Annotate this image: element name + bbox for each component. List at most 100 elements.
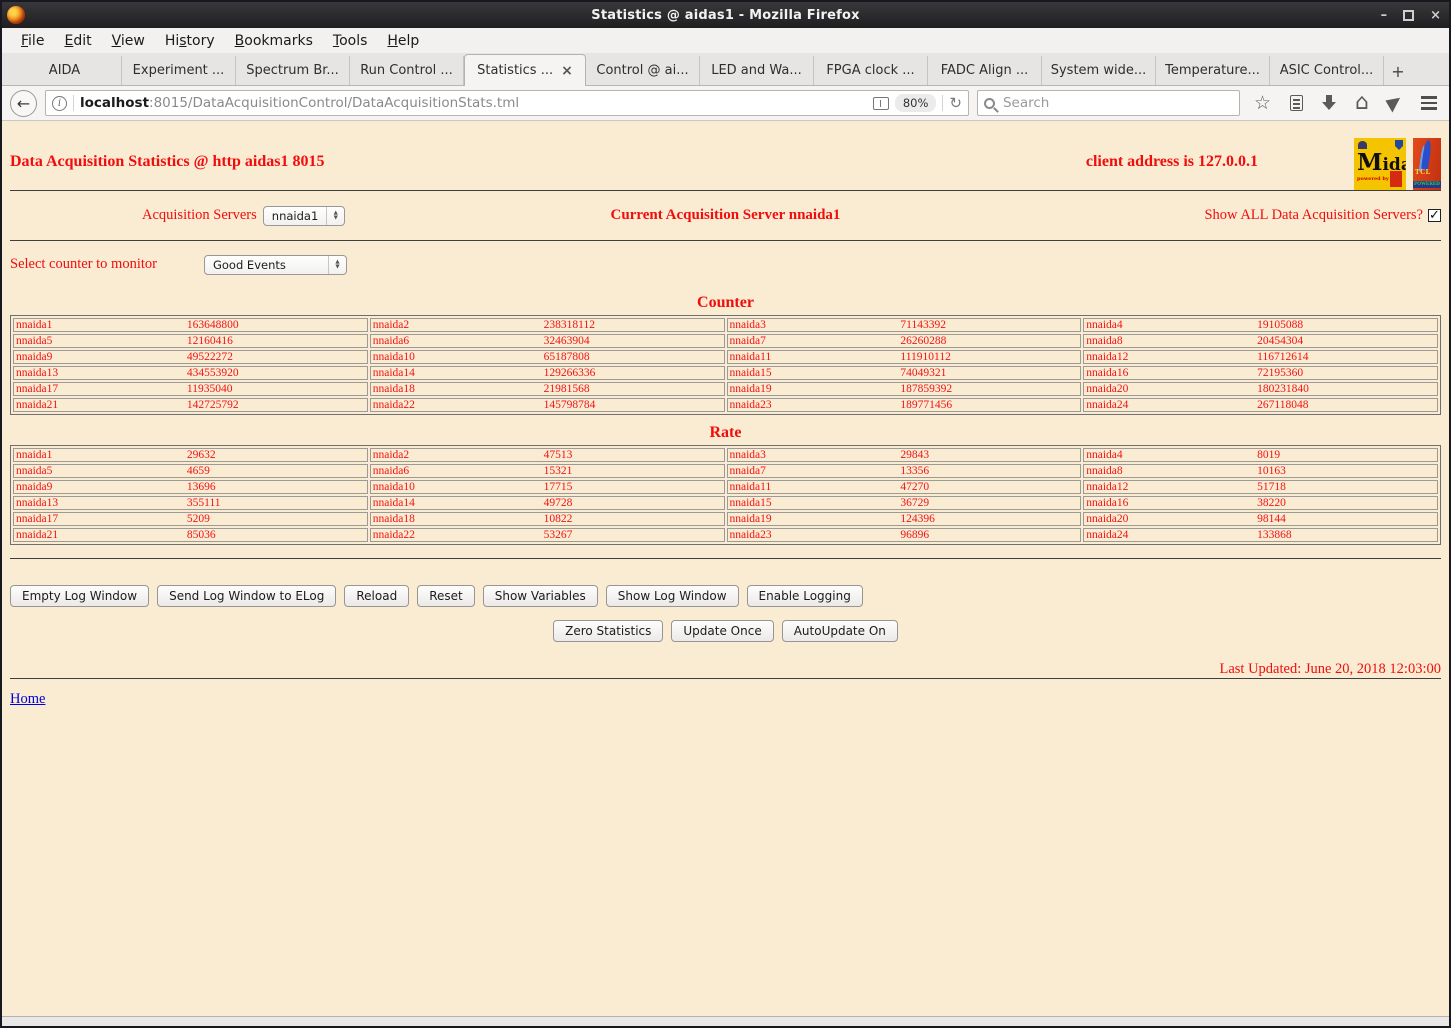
reload-icon[interactable]: ↻: [949, 96, 962, 111]
server-name: nnaida1: [16, 449, 187, 461]
menu-tools[interactable]: Tools: [324, 31, 377, 51]
midas-logo[interactable]: Midas powered by: [1354, 138, 1406, 190]
library-icon[interactable]: [1290, 95, 1303, 111]
stat-cell-nnaida14: nnaida1449728: [370, 496, 725, 510]
stat-cell-nnaida15: nnaida1536729: [727, 496, 1082, 510]
status-strip: [2, 1016, 1449, 1026]
stat-value: 47513: [544, 449, 573, 461]
stat-value: 124396: [900, 513, 935, 525]
tab-control-ai[interactable]: Control @ ai...: [586, 56, 700, 85]
bookmark-star-icon[interactable]: ☆: [1254, 94, 1271, 113]
stat-value: 47270: [900, 481, 929, 493]
stat-value: 36729: [900, 497, 929, 509]
autoupdate-on-button[interactable]: AutoUpdate On: [782, 620, 898, 642]
tab-asic-control[interactable]: ASIC Control...: [1270, 56, 1384, 85]
server-name: nnaida16: [1086, 367, 1257, 379]
tcl-powered-logo[interactable]: TCL POWERED: [1413, 138, 1441, 190]
tab-label: FPGA clock ...: [826, 63, 914, 78]
server-name: nnaida14: [373, 497, 544, 509]
stat-value: 11935040: [187, 383, 233, 395]
show-variables-button[interactable]: Show Variables: [483, 585, 598, 607]
server-name: nnaida13: [16, 367, 187, 379]
tab-led-and-wa[interactable]: LED and Wa...: [700, 56, 814, 85]
home-link[interactable]: Home: [10, 691, 45, 707]
window-controls: – ×: [1381, 2, 1441, 28]
menu-history[interactable]: History: [156, 31, 224, 51]
server-name: nnaida2: [373, 449, 544, 461]
acquisition-server-selected-value: nnaida1: [264, 209, 326, 223]
divider: [10, 678, 1441, 679]
page-content: Data Acquisition Statistics @ http aidas…: [2, 121, 1449, 1016]
server-name: nnaida6: [373, 335, 544, 347]
menu-file[interactable]: File: [12, 31, 53, 51]
menu-view[interactable]: View: [103, 31, 154, 51]
tab-statistics[interactable]: Statistics ...×: [464, 54, 586, 86]
tab-temperature[interactable]: Temperature...: [1156, 56, 1270, 85]
enable-logging-button[interactable]: Enable Logging: [747, 585, 863, 607]
close-button[interactable]: ×: [1430, 9, 1441, 22]
tab-aida[interactable]: AIDA: [8, 56, 122, 85]
url-bar[interactable]: i localhost:8015/DataAcquisitionControl/…: [45, 90, 969, 116]
stat-cell-nnaida18: nnaida1821981568: [370, 382, 725, 396]
downloads-icon[interactable]: [1322, 95, 1336, 111]
tab-fpga-clock[interactable]: FPGA clock ...: [814, 56, 928, 85]
show-log-window-button[interactable]: Show Log Window: [606, 585, 739, 607]
update-once-button[interactable]: Update Once: [671, 620, 773, 642]
tab-label: Spectrum Br...: [246, 63, 339, 78]
server-name: nnaida13: [16, 497, 187, 509]
stat-value: 187859392: [900, 383, 952, 395]
home-icon[interactable]: ⌂: [1355, 92, 1369, 114]
stat-cell-nnaida10: nnaida1017715: [370, 480, 725, 494]
new-tab-button[interactable]: +: [1384, 62, 1412, 85]
empty-log-window-button[interactable]: Empty Log Window: [10, 585, 149, 607]
select-stepper-icon[interactable]: ▲▼: [328, 256, 346, 274]
site-info-icon[interactable]: i: [52, 96, 67, 111]
stat-cell-nnaida2: nnaida2238318112: [370, 318, 725, 332]
table-row: nnaida13355111nnaida1449728nnaida1536729…: [13, 496, 1438, 510]
show-all-checkbox[interactable]: ✓: [1428, 209, 1441, 222]
minimize-button[interactable]: –: [1381, 9, 1388, 22]
menu-help[interactable]: Help: [378, 31, 428, 51]
server-name: nnaida3: [730, 319, 901, 331]
server-name: nnaida18: [373, 513, 544, 525]
tab-run-control[interactable]: Run Control ...: [350, 56, 464, 85]
acquisition-server-select[interactable]: nnaida1 ▲▼: [263, 206, 345, 226]
send-icon[interactable]: [1385, 93, 1404, 112]
send-log-window-to-elog-button[interactable]: Send Log Window to ELog: [157, 585, 336, 607]
reader-mode-icon[interactable]: [873, 97, 889, 110]
select-stepper-icon[interactable]: ▲▼: [326, 207, 344, 225]
search-bar[interactable]: [977, 90, 1240, 116]
maximize-button[interactable]: [1403, 10, 1414, 21]
stat-value: 65187808: [544, 351, 590, 363]
menu-icon[interactable]: [1421, 96, 1437, 110]
reload-button[interactable]: Reload: [344, 585, 409, 607]
reset-button[interactable]: Reset: [417, 585, 475, 607]
page-title: Data Acquisition Statistics @ http aidas…: [10, 153, 324, 171]
tab-system-wide[interactable]: System wide...: [1042, 56, 1156, 85]
stat-cell-nnaida8: nnaida810163: [1083, 464, 1438, 478]
search-input[interactable]: [1001, 94, 1233, 112]
url-text[interactable]: localhost:8015/DataAcquisitionControl/Da…: [80, 95, 867, 111]
tab-experiment[interactable]: Experiment ...: [122, 56, 236, 85]
tab-bar: AIDAExperiment ... Spectrum Br... Run Cont…: [2, 53, 1449, 86]
tab-fadc-align[interactable]: FADC Align ...: [928, 56, 1042, 85]
stat-cell-nnaida13: nnaida13434553920: [13, 366, 368, 380]
tcl-logo-title: TCL: [1415, 168, 1431, 176]
tab-close-icon[interactable]: ×: [561, 63, 573, 79]
zero-statistics-button[interactable]: Zero Statistics: [553, 620, 663, 642]
table-row: nnaida13434553920nnaida14129266336nnaida…: [13, 366, 1438, 380]
stat-cell-nnaida1: nnaida1163648800: [13, 318, 368, 332]
server-name: nnaida21: [16, 399, 187, 411]
tab-spectrum-br[interactable]: Spectrum Br...: [236, 56, 350, 85]
stat-cell-nnaida8: nnaida820454304: [1083, 334, 1438, 348]
counter-select[interactable]: Good Events ▲▼: [204, 255, 347, 275]
menu-bookmarks[interactable]: Bookmarks: [226, 31, 322, 51]
stat-value: 13696: [187, 481, 216, 493]
server-name: nnaida15: [730, 497, 901, 509]
counter-selected-value: Good Events: [205, 258, 328, 272]
back-button[interactable]: ←: [10, 90, 37, 117]
zoom-level-badge[interactable]: 80%: [895, 94, 937, 112]
client-address: client address is 127.0.0.1: [1086, 153, 1258, 171]
stat-value: 355111: [187, 497, 221, 509]
menu-edit[interactable]: Edit: [55, 31, 100, 51]
